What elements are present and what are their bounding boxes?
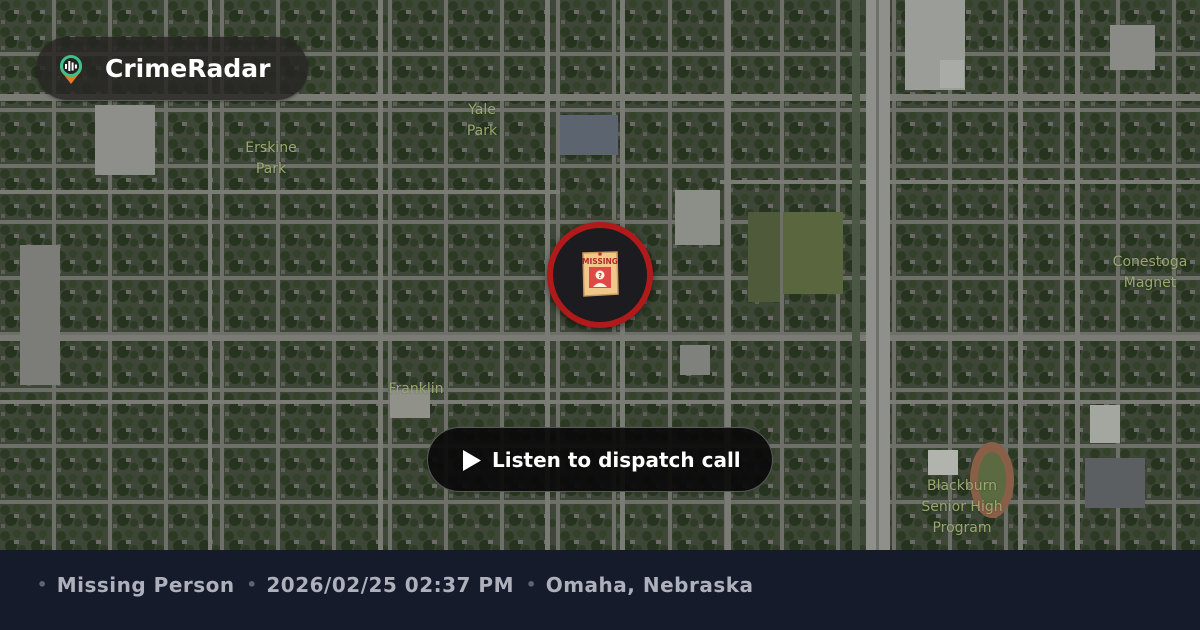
brand-name: CrimeRadar	[105, 54, 271, 83]
map-label-line: Blackburn	[926, 478, 998, 494]
map-label-line: Franklin	[388, 381, 444, 397]
poster-heading: MISSING	[582, 257, 618, 266]
map-label-line: Program	[932, 520, 992, 536]
map-label-line: Conestoga	[1112, 254, 1188, 270]
map-label-line: Senior High	[921, 499, 1003, 515]
map-label-blackburn: Blackburn Senior High Program	[912, 476, 1012, 539]
play-icon	[463, 450, 481, 471]
incident-location: Omaha, Nebraska	[545, 573, 754, 597]
map-label-line: Erskine	[245, 140, 297, 156]
satellite-map[interactable]: Yale Park Erskine Park Conestoga Magnet …	[0, 0, 1200, 550]
map-label-line: Park	[466, 123, 498, 139]
incident-marker[interactable]: MISSING ?	[547, 222, 653, 328]
map-label-line: Magnet	[1123, 275, 1177, 291]
incident-info-line: • Missing Person • 2026/02/25 02:37 PM • Omah…	[37, 572, 754, 598]
listen-dispatch-label: Listen to dispatch call	[492, 448, 741, 472]
map-label-conestoga-magnet: Conestoga Magnet	[1100, 252, 1200, 294]
missing-poster-icon: MISSING ?	[582, 251, 619, 297]
map-label-erskine-park: Erskine Park	[236, 138, 306, 180]
brand-badge[interactable]: CrimeRadar	[36, 37, 308, 100]
map-label-yale-park: Yale Park	[452, 100, 512, 142]
svg-text:?: ?	[598, 272, 602, 280]
bullet-icon: •	[525, 575, 537, 594]
map-label-line: Park	[255, 161, 287, 177]
incident-marker-inner: MISSING ?	[553, 228, 647, 322]
listen-dispatch-button[interactable]: Listen to dispatch call	[427, 427, 773, 492]
radar-pin-icon	[60, 55, 82, 84]
incident-type: Missing Person	[56, 573, 235, 597]
incident-info-bar: • Missing Person • 2026/02/25 02:37 PM • Omah…	[0, 550, 1200, 630]
bullet-icon: •	[246, 575, 258, 594]
incident-datetime: 2026/02/25 02:37 PM	[266, 573, 514, 597]
bullet-icon: •	[37, 575, 48, 594]
map-label-line: Yale	[468, 102, 496, 118]
map-label-franklin: Franklin	[376, 379, 456, 400]
